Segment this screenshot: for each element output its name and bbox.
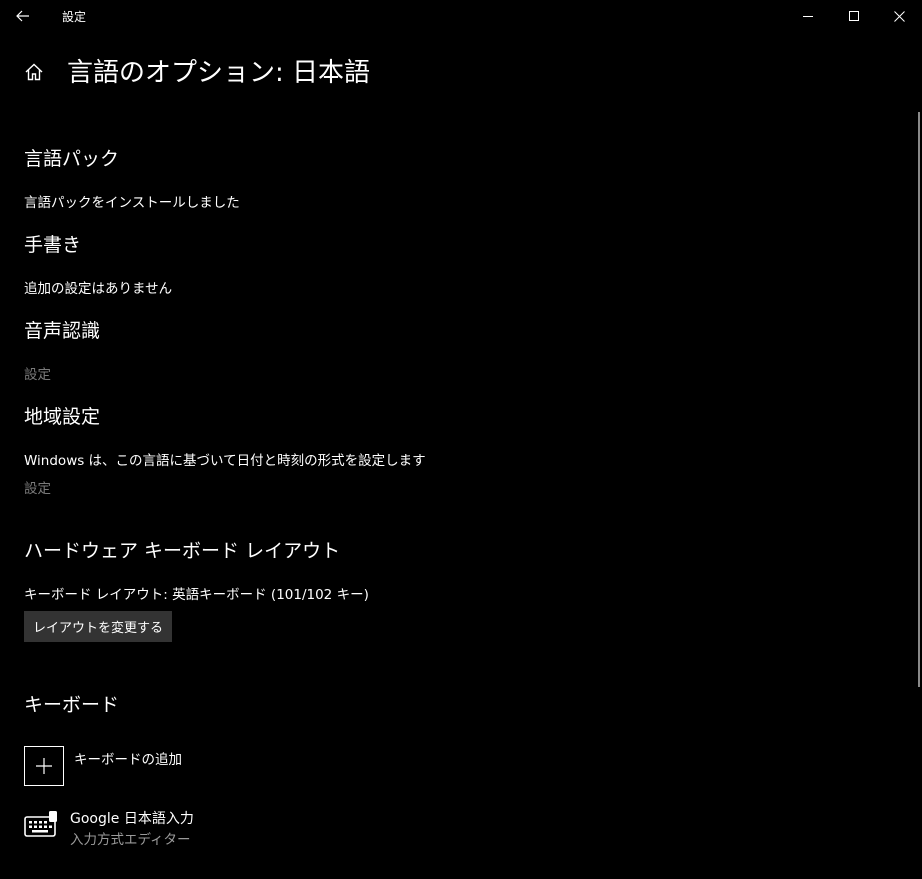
keyboard-list-item[interactable]: Google 日本語入力 入力方式エディター — [24, 806, 424, 850]
add-box — [24, 746, 64, 786]
maximize-icon — [849, 11, 859, 21]
minimize-button[interactable] — [785, 0, 831, 32]
regional-settings-link[interactable]: 設定 — [24, 477, 51, 497]
add-keyboard-label: キーボードの追加 — [74, 752, 182, 768]
app-title: 設定 — [62, 10, 87, 24]
regional-heading: 地域設定 — [24, 406, 101, 428]
page-title: 言語のオプション: 日本語 — [67, 58, 371, 88]
keyboard-icon — [24, 811, 57, 837]
handwriting-status: 追加の設定はありません — [24, 281, 173, 297]
home-icon — [25, 63, 43, 81]
keyboards-heading: キーボード — [24, 694, 120, 716]
keyboard-item-name: Google 日本語入力 — [70, 811, 194, 827]
language-pack-status: 言語パックをインストールしました — [24, 195, 240, 211]
title-bar: 設定 — [0, 0, 922, 32]
keyboard-layout-text: キーボード レイアウト: 英語キーボード (101/102 キー) — [24, 587, 369, 603]
change-layout-button[interactable]: レイアウトを変更する — [24, 611, 172, 642]
close-button[interactable] — [876, 0, 922, 32]
regional-description: Windows は、この言語に基づいて日付と時刻の形式を設定します — [24, 453, 426, 469]
handwriting-heading: 手書き — [24, 234, 82, 256]
plus-icon — [36, 758, 52, 774]
add-keyboard-button[interactable]: キーボードの追加 — [24, 746, 324, 786]
hardware-keyboard-heading: ハードウェア キーボード レイアウト — [24, 540, 341, 562]
scrollbar[interactable] — [918, 112, 920, 687]
back-button[interactable] — [0, 0, 46, 32]
settings-window: 設定 言語のオプション: 日本語 言語パック 言語パックをインストールしました … — [0, 0, 922, 879]
keyboard-item-subtitle: 入力方式エディター — [70, 832, 191, 848]
close-icon — [893, 10, 905, 22]
minimize-icon — [803, 16, 813, 17]
home-button[interactable] — [22, 60, 46, 84]
back-arrow-icon — [16, 10, 29, 22]
speech-settings-link[interactable]: 設定 — [24, 363, 51, 383]
maximize-button[interactable] — [831, 0, 877, 32]
speech-heading: 音声認識 — [24, 320, 101, 342]
language-pack-heading: 言語パック — [24, 148, 120, 170]
